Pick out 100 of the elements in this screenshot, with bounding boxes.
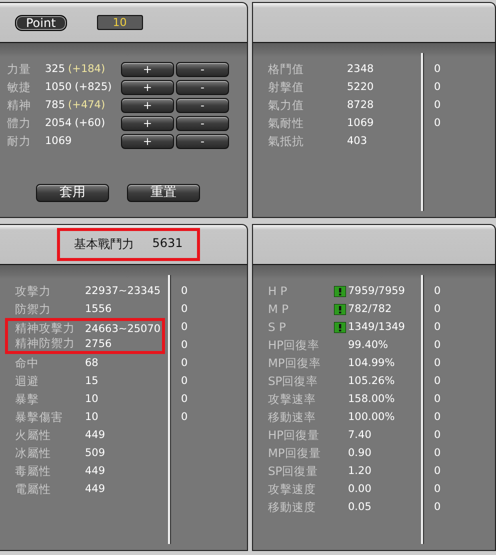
stat-value: 10 xyxy=(85,393,98,405)
stat-value: 68 xyxy=(85,357,98,369)
bonus-value: 0 xyxy=(434,465,441,477)
bonus-value: (+184) xyxy=(68,63,106,75)
stat-label: 攻擊速度 xyxy=(268,482,317,496)
increase-button[interactable]: + xyxy=(121,134,174,148)
bonus-value: 0 xyxy=(434,357,441,369)
bonus-value: 0 xyxy=(181,285,188,297)
bonus-value: 0 xyxy=(434,81,441,93)
stat-value: 10 xyxy=(85,411,98,423)
stat-value: 782/782 xyxy=(348,303,392,315)
bonus-value: 0 xyxy=(434,63,441,75)
stat-value: 403 xyxy=(347,135,368,147)
stat-value: 2348 xyxy=(347,63,374,75)
stat-label: 電屬性 xyxy=(15,482,52,496)
stat-label: S P xyxy=(268,320,287,334)
bonus-value: 0 xyxy=(434,501,441,513)
decrease-button[interactable]: - xyxy=(176,116,229,130)
stat-label: 敏捷 xyxy=(7,80,32,94)
stat-value: 104.99% xyxy=(347,357,395,369)
stat-value: 509 xyxy=(85,447,106,459)
stat-value: 1349/1349 xyxy=(348,321,405,333)
decrease-button[interactable]: - xyxy=(176,80,229,94)
bonus-value: (+60) xyxy=(74,117,106,129)
bonus-value: 0 xyxy=(434,117,441,129)
bonus-value: 0 xyxy=(434,447,441,459)
stat-value: 100.00% xyxy=(347,411,395,423)
stat-label: 暴擊傷害 xyxy=(15,410,64,424)
stat-label: SP回復率 xyxy=(268,374,320,388)
stat-label: 移動速度 xyxy=(268,500,317,514)
stat-value: 24663~25070 xyxy=(85,322,161,334)
stat-label: MP回復量 xyxy=(268,446,322,460)
bonus-value: 0 xyxy=(181,339,188,351)
stat-label: MP回復率 xyxy=(268,356,322,370)
stat-label: 冰屬性 xyxy=(15,446,52,460)
stat-value: 785 xyxy=(45,99,66,111)
stat-label: 攻擊力 xyxy=(15,284,52,298)
stat-value: 0.00 xyxy=(347,483,372,495)
bonus-value: 0 xyxy=(434,339,441,351)
stat-label: 迴避 xyxy=(15,374,40,388)
stat-value: 449 xyxy=(85,483,106,495)
stat-label: 火屬性 xyxy=(15,428,52,442)
stat-label: 毒屬性 xyxy=(15,464,52,478)
bonus-value: 0 xyxy=(181,411,188,423)
increase-button[interactable]: + xyxy=(121,98,174,112)
stat-label: HP回復率 xyxy=(268,338,321,352)
stat-label: SP回復量 xyxy=(268,464,320,478)
stat-label: 氣耐性 xyxy=(268,116,305,130)
increase-button[interactable]: + xyxy=(121,116,174,130)
decrease-button[interactable]: - xyxy=(176,134,229,148)
point-value: 10 xyxy=(96,15,143,30)
action-button[interactable]: 套用 xyxy=(36,184,109,202)
stat-value: 1.20 xyxy=(347,465,372,477)
bonus-value: 0 xyxy=(434,321,441,333)
combat-power-value: 5631 xyxy=(152,236,183,252)
bonus-value: 0 xyxy=(434,99,441,111)
stat-label: 移動速率 xyxy=(268,410,317,424)
decrease-button[interactable]: - xyxy=(176,62,229,76)
stat-value: 1069 xyxy=(45,135,72,147)
stat-label: 力量 xyxy=(7,62,32,76)
stat-value: 449 xyxy=(85,429,106,441)
bonus-value: (+825) xyxy=(74,81,112,93)
bonus-value: 0 xyxy=(181,303,188,315)
stat-label: 精神防禦力 xyxy=(15,336,76,351)
stat-label: 氣抵抗 xyxy=(268,134,305,148)
stat-value: 325 xyxy=(45,63,66,75)
bonus-value: 0 xyxy=(434,285,441,297)
stat-value: 449 xyxy=(85,465,106,477)
stat-value: 5220 xyxy=(347,81,374,93)
stat-value: 2756 xyxy=(85,338,112,350)
stat-label: 氣力值 xyxy=(268,98,305,112)
stat-label: H P xyxy=(268,284,288,298)
stat-label: 格鬥值 xyxy=(268,62,305,76)
bonus-value: 0 xyxy=(434,393,441,405)
bonus-value: 0 xyxy=(434,483,441,495)
bonus-value: (+474) xyxy=(68,99,106,111)
increase-button[interactable]: + xyxy=(121,62,174,76)
stat-label: 攻擊速率 xyxy=(268,392,317,406)
bonus-value: 0 xyxy=(181,321,188,333)
bonus-value: 0 xyxy=(181,357,188,369)
stat-label: 防禦力 xyxy=(15,302,52,316)
increase-button[interactable]: + xyxy=(121,80,174,94)
stat-value: 22937~23345 xyxy=(85,285,161,297)
stat-label: 精神攻擊力 xyxy=(15,321,76,336)
alert-icon xyxy=(334,286,346,296)
stat-value: 105.26% xyxy=(347,375,395,387)
stat-value: 99.40% xyxy=(347,339,388,351)
action-button[interactable]: 重置 xyxy=(127,184,200,202)
bonus-value: 0 xyxy=(434,303,441,315)
stat-label: 精神 xyxy=(7,98,32,112)
alert-icon xyxy=(334,322,346,332)
stat-label: 暴擊 xyxy=(15,392,40,406)
bonus-value: 0 xyxy=(434,429,441,441)
stat-value: 1050 xyxy=(45,81,72,93)
stat-label: HP回復量 xyxy=(268,428,321,442)
decrease-button[interactable]: - xyxy=(176,98,229,112)
point-label: Point xyxy=(15,14,67,30)
bonus-value: 0 xyxy=(434,411,441,423)
stat-value: 1069 xyxy=(347,117,374,129)
bonus-value: 0 xyxy=(181,375,188,387)
